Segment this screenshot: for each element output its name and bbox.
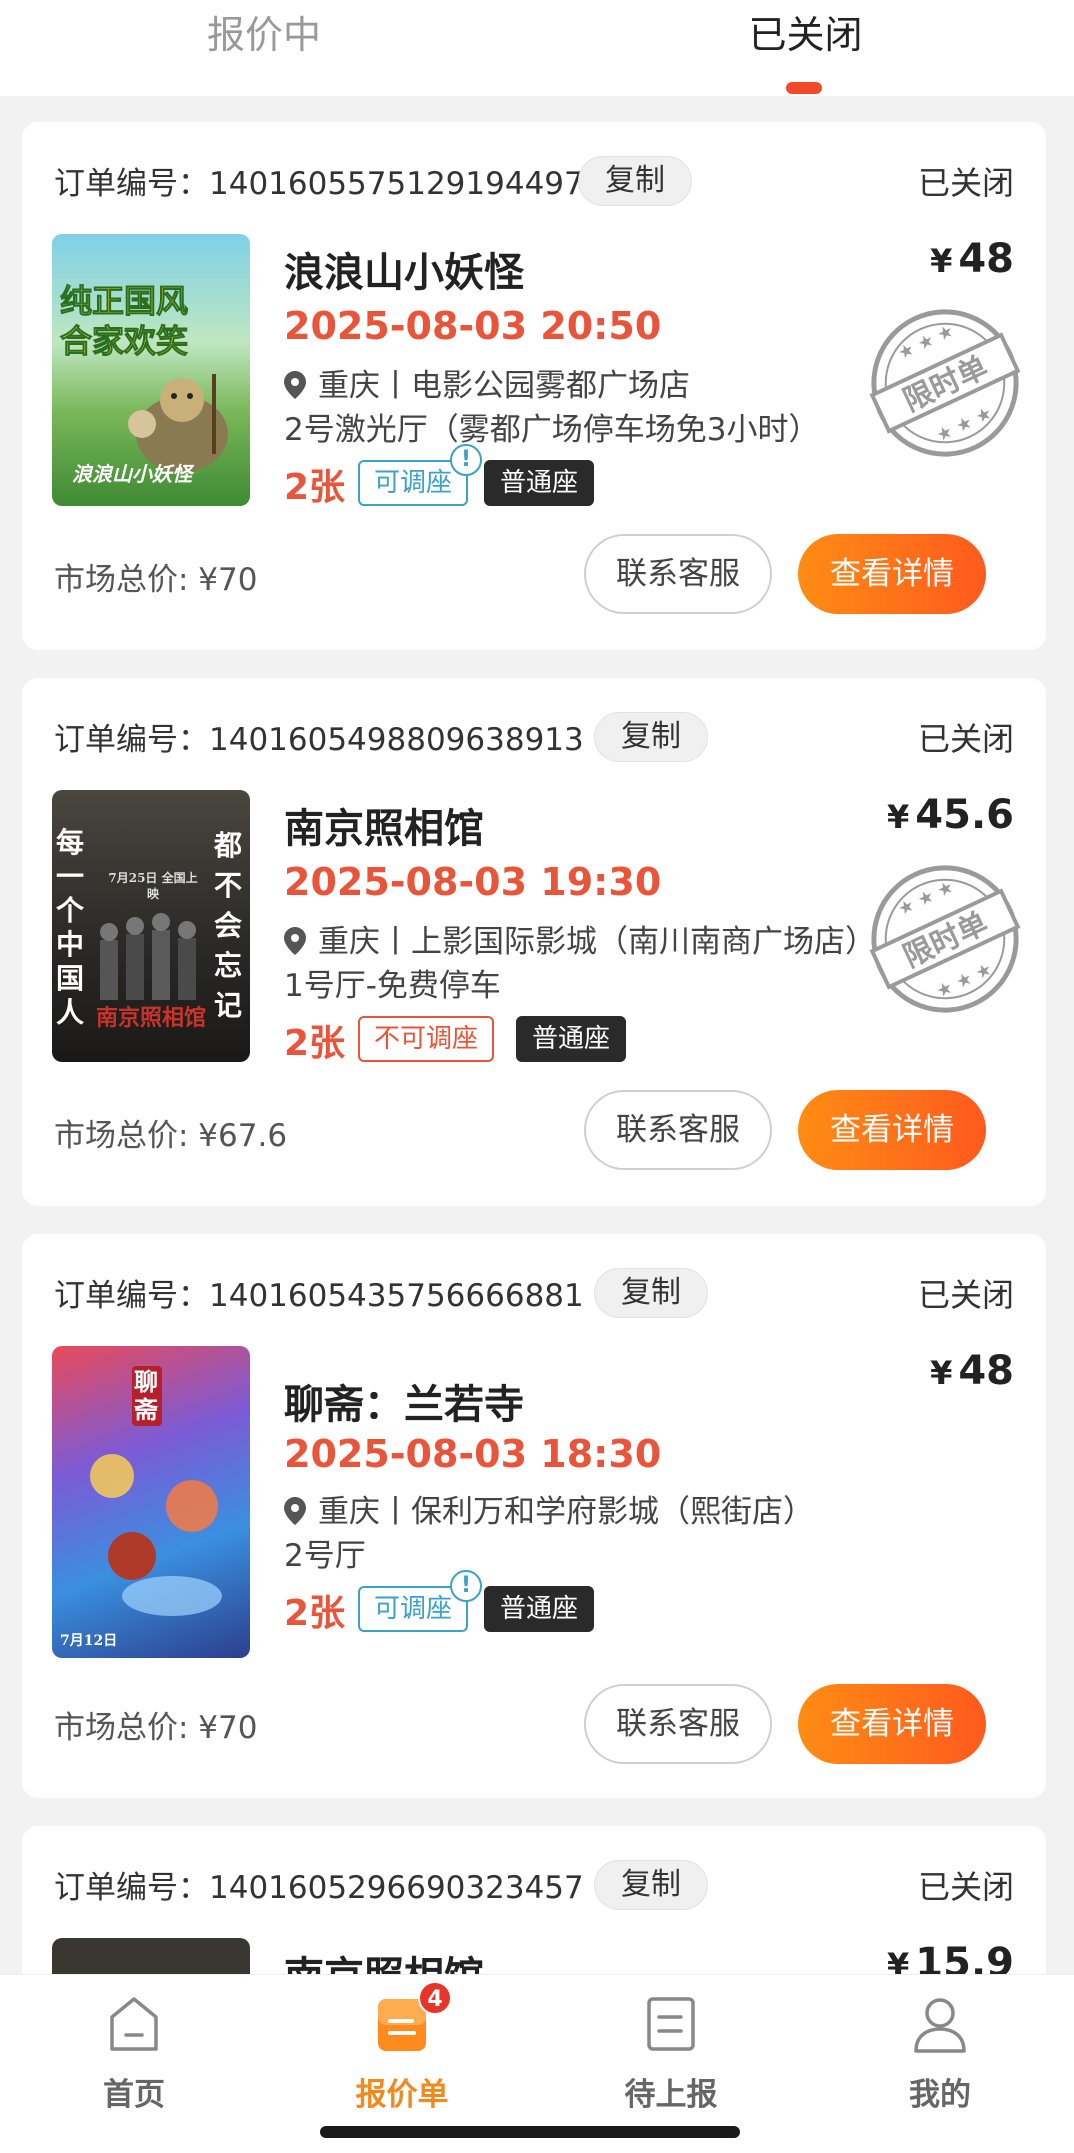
ticket-quantity: 2张	[284, 467, 346, 508]
hall-info: 2号激光厅（雾都广场停车场免3小时）	[284, 412, 820, 448]
profile-icon	[914, 1998, 966, 2053]
cinema-location: 重庆丨保利万和学府影城（熙街店）	[284, 1486, 814, 1531]
order-number: 订单编号：1401605296690323457	[54, 1870, 584, 1906]
poster-text: 都不会忘记	[214, 829, 243, 1022]
currency-symbol: ¥	[930, 242, 953, 280]
seat-type-tag: 普通座	[484, 1586, 595, 1632]
poster-text: 聊斋	[132, 1366, 162, 1426]
poster-text: 合家欢笑	[59, 322, 189, 361]
info-icon[interactable]: !	[450, 1570, 482, 1602]
view-details-button[interactable]: 查看详情	[798, 1684, 986, 1764]
copy-button[interactable]: 复制	[594, 712, 708, 762]
movie-title: 聊斋：兰若寺	[284, 1382, 524, 1428]
bottom-navigation: 首页 4 报价单 待上报 我的	[0, 1974, 1074, 2113]
seat-type-tag: 普通座	[516, 1016, 627, 1062]
order-status: 已关闭	[917, 720, 1014, 758]
copy-button[interactable]: 复制	[594, 1860, 708, 1910]
poster-text: 7月12日	[60, 1633, 118, 1649]
price-value: 45.6	[915, 792, 1014, 838]
view-details-button[interactable]: 查看详情	[798, 534, 986, 614]
order-card: 订单编号：1401605435756666881 复制 已关闭 聊斋 7月12日…	[22, 1234, 1046, 1798]
hall-info: 2号厅	[284, 1538, 366, 1574]
hall-info: 1号厅-免费停车	[284, 968, 501, 1004]
contact-service-button[interactable]: 联系客服	[584, 534, 772, 614]
currency-symbol: ¥	[930, 1354, 953, 1392]
limited-time-stamp: 限时单 ★ ★ ★ ★ ★ ★	[869, 865, 1021, 1013]
copy-button[interactable]: 复制	[578, 156, 692, 206]
showtime: 2025-08-03 18:30	[284, 1432, 662, 1476]
order-status: 已关闭	[917, 164, 1014, 202]
order-price: ¥48	[930, 236, 1014, 282]
order-price: ¥48	[930, 1348, 1014, 1394]
market-total-price: 市场总价: ¥70	[54, 1710, 258, 1746]
nav-home[interactable]: 首页	[0, 1975, 268, 2113]
movie-poster: 聊斋 7月12日	[52, 1346, 250, 1658]
order-status: 已关闭	[917, 1868, 1014, 1906]
nav-pending-report[interactable]: 待上报	[537, 1975, 805, 2113]
copy-button[interactable]: 复制	[594, 1268, 708, 1318]
order-price: ¥45.6	[887, 792, 1014, 838]
showtime: 2025-08-03 20:50	[284, 304, 662, 348]
showtime: 2025-08-03 19:30	[284, 860, 662, 904]
location-pin-icon	[284, 927, 306, 955]
nav-label: 首页	[103, 2077, 165, 2113]
poster-text: 南京照相馆	[96, 1005, 207, 1031]
movie-title: 南京照相馆	[284, 806, 484, 852]
nav-quote-list[interactable]: 4 报价单	[268, 1975, 536, 2113]
nav-label: 报价单	[355, 2077, 449, 2113]
poster-scene	[90, 1454, 222, 1616]
poster-text: 浪浪山小妖怪	[72, 462, 192, 486]
view-details-button[interactable]: 查看详情	[798, 1090, 986, 1170]
movie-poster: 纯正国风 合家欢笑 浪浪山小妖怪	[52, 234, 250, 506]
order-card: 订单编号：1401605498809638913 复制 已关闭 每一个中国人 都…	[22, 678, 1046, 1206]
ticket-quantity: 2张	[284, 1593, 346, 1634]
poster-text: 每一个中国人	[56, 826, 85, 1029]
location-text: 重庆丨电影公园雾都广场店	[318, 368, 690, 404]
location-pin-icon	[284, 1497, 306, 1525]
market-total-price: 市场总价: ¥67.6	[54, 1118, 288, 1154]
info-icon[interactable]: !	[450, 444, 482, 476]
nav-label: 我的	[909, 2077, 971, 2113]
cinema-location: 重庆丨电影公园雾都广场店	[284, 360, 690, 405]
active-tab-indicator	[786, 82, 822, 94]
order-card: 订单编号：1401605575129194497 复制 已关闭 纯正国风 合家欢…	[22, 122, 1046, 650]
nav-label: 待上报	[624, 2077, 718, 2113]
nav-profile[interactable]: 我的	[806, 1975, 1074, 2113]
home-icon	[110, 1997, 158, 2051]
order-number: 订单编号：1401605498809638913	[54, 722, 584, 758]
home-indicator[interactable]	[320, 2126, 740, 2138]
ticket-quantity: 2张	[284, 1023, 346, 1064]
cinema-location: 重庆丨上影国际影城（南川南商广场店）	[284, 916, 876, 961]
seat-type-tag: 普通座	[484, 460, 595, 506]
price-value: 48	[958, 236, 1014, 282]
order-status: 已关闭	[917, 1276, 1014, 1314]
tab-quoting[interactable]: 报价中	[0, 0, 528, 96]
status-tabs: 报价中 已关闭	[0, 0, 1074, 96]
contact-service-button[interactable]: 联系客服	[584, 1684, 772, 1764]
contact-service-button[interactable]: 联系客服	[584, 1090, 772, 1170]
notification-badge: 4	[418, 1981, 452, 2015]
order-number: 订单编号：1401605435756666881	[54, 1278, 584, 1314]
movie-title: 浪浪山小妖怪	[284, 250, 524, 296]
location-text: 重庆丨保利万和学府影城（熙街店）	[318, 1494, 814, 1530]
price-value: 48	[958, 1348, 1014, 1394]
currency-symbol: ¥	[887, 798, 910, 836]
movie-poster: 每一个中国人 都不会忘记 7月25日 全国上映 南京照相馆	[52, 790, 250, 1062]
poster-figures	[100, 913, 196, 1000]
seat-adjust-tag: 不可调座	[358, 1016, 495, 1062]
location-text: 重庆丨上影国际影城（南川南商广场店）	[318, 924, 876, 960]
market-total-price: 市场总价: ¥70	[54, 562, 258, 598]
limited-time-stamp: 限时单 ★ ★ ★ ★ ★ ★	[869, 309, 1021, 457]
pending-report-icon	[647, 1997, 695, 2051]
order-number: 订单编号：1401605575129194497	[54, 166, 584, 202]
poster-text: 7月25日 全国上映	[108, 871, 198, 901]
location-pin-icon	[284, 371, 306, 399]
